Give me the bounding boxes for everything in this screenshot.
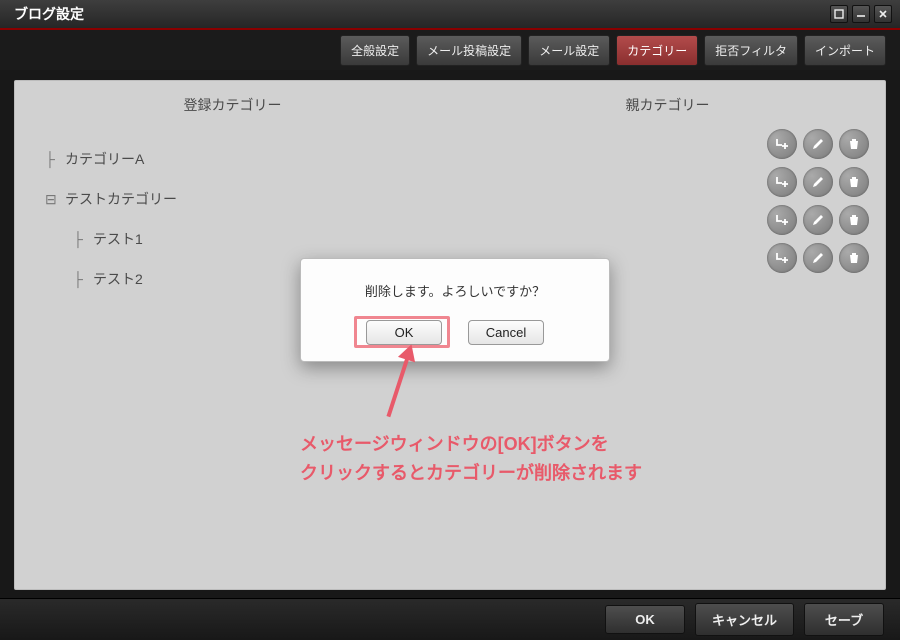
- edit-icon[interactable]: [803, 167, 833, 197]
- footer-save-button[interactable]: セーブ: [804, 603, 884, 636]
- window-restore-button[interactable]: [830, 5, 848, 23]
- tab-import[interactable]: インポート: [804, 35, 886, 66]
- row-actions: [767, 129, 869, 159]
- tab-mail-post[interactable]: メール投稿設定: [416, 35, 522, 66]
- trash-icon[interactable]: [839, 243, 869, 273]
- add-child-icon[interactable]: [767, 129, 797, 159]
- window-title: ブログ設定: [14, 4, 84, 24]
- row-actions: [767, 243, 869, 273]
- add-child-icon[interactable]: [767, 167, 797, 197]
- edit-icon[interactable]: [803, 243, 833, 273]
- footer-bar: OK キャンセル セーブ: [0, 598, 900, 640]
- tab-bar: 全般設定 メール投稿設定 メール設定 カテゴリー 拒否フィルタ インポート: [0, 30, 900, 70]
- window-controls: [830, 5, 892, 23]
- tab-category[interactable]: カテゴリー: [616, 35, 698, 66]
- add-child-icon[interactable]: [767, 243, 797, 273]
- dialog-message: 削除します。よろしいですか？: [319, 281, 591, 300]
- row-actions: [767, 167, 869, 197]
- annotation-line1: メッセージウィンドウの[OK]ボタンを: [300, 430, 642, 459]
- tab-reject-filter[interactable]: 拒否フィルタ: [704, 35, 798, 66]
- edit-icon[interactable]: [803, 205, 833, 235]
- trash-icon[interactable]: [839, 167, 869, 197]
- tab-mail[interactable]: メール設定: [528, 35, 610, 66]
- row-actions: [767, 205, 869, 235]
- annotation-line2: クリックするとカテゴリーが削除されます: [300, 459, 642, 488]
- window-titlebar: ブログ設定: [0, 0, 900, 30]
- window-minimize-button[interactable]: [852, 5, 870, 23]
- trash-icon[interactable]: [839, 205, 869, 235]
- footer-ok-button[interactable]: OK: [605, 605, 685, 634]
- tab-general[interactable]: 全般設定: [340, 35, 410, 66]
- row-actions-column: [767, 129, 869, 273]
- add-child-icon[interactable]: [767, 205, 797, 235]
- confirm-dialog: 削除します。よろしいですか？ OK Cancel: [300, 258, 610, 362]
- dialog-button-row: OK Cancel: [319, 320, 591, 345]
- window-close-button[interactable]: [874, 5, 892, 23]
- footer-cancel-button[interactable]: キャンセル: [695, 603, 794, 636]
- trash-icon[interactable]: [839, 129, 869, 159]
- annotation-text: メッセージウィンドウの[OK]ボタンを クリックするとカテゴリーが削除されます: [300, 430, 642, 488]
- dialog-cancel-button[interactable]: Cancel: [468, 320, 544, 345]
- edit-icon[interactable]: [803, 129, 833, 159]
